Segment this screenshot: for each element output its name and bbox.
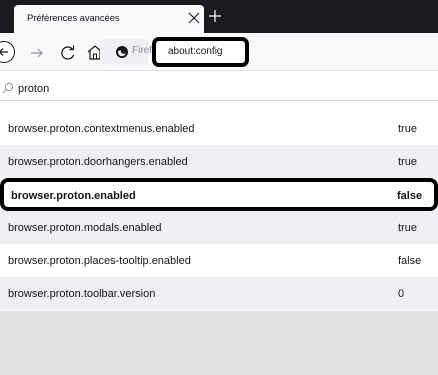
tab-strip: Préférences avancées (0, 0, 438, 33)
back-button[interactable] (0, 40, 16, 64)
new-tab-button[interactable] (206, 7, 224, 25)
pref-name: browser.proton.modals.enabled (8, 222, 162, 234)
pref-value[interactable]: true (398, 222, 417, 234)
pref-name: browser.proton.toolbar.version (8, 288, 156, 300)
reload-button[interactable] (57, 42, 79, 64)
pref-row[interactable]: browser.proton.places-tooltip.enabled fa… (0, 244, 438, 277)
url-text: about:config (168, 46, 223, 57)
navigation-toolbar: Firefox about:config (0, 33, 438, 71)
empty-content-area (0, 311, 438, 375)
tab-title: Préférences avancées (27, 13, 120, 24)
pref-value[interactable]: true (398, 156, 417, 168)
pref-name: browser.proton.doorhangers.enabled (8, 156, 188, 168)
tab-preferences[interactable]: Préférences avancées (14, 5, 204, 33)
close-icon[interactable] (185, 9, 203, 27)
pref-name: browser.proton.contextmenus.enabled (8, 123, 195, 135)
pref-row[interactable]: browser.proton.toolbar.version 0 (0, 277, 438, 310)
pref-row[interactable]: browser.proton.contextmenus.enabled true (0, 112, 438, 145)
pref-value[interactable]: 0 (398, 288, 404, 300)
pref-row[interactable]: browser.proton.modals.enabled true (0, 211, 438, 244)
pref-value[interactable]: false (397, 190, 422, 202)
forward-button[interactable] (26, 42, 48, 64)
url-bar[interactable]: about:config (152, 37, 249, 67)
pref-name: browser.proton.places-tooltip.enabled (8, 255, 191, 267)
search-icon (2, 82, 14, 94)
search-input[interactable] (18, 81, 318, 97)
pref-value[interactable]: false (398, 255, 421, 267)
preferences-table: browser.proton.contextmenus.enabled true… (0, 112, 438, 310)
firefox-icon (116, 46, 128, 58)
pref-name: browser.proton.enabled (11, 190, 136, 202)
pref-value[interactable]: true (398, 123, 417, 135)
pref-row-highlighted[interactable]: browser.proton.enabled false (0, 178, 438, 211)
pref-row[interactable]: browser.proton.doorhangers.enabled true (0, 145, 438, 178)
search-bar (0, 76, 438, 101)
